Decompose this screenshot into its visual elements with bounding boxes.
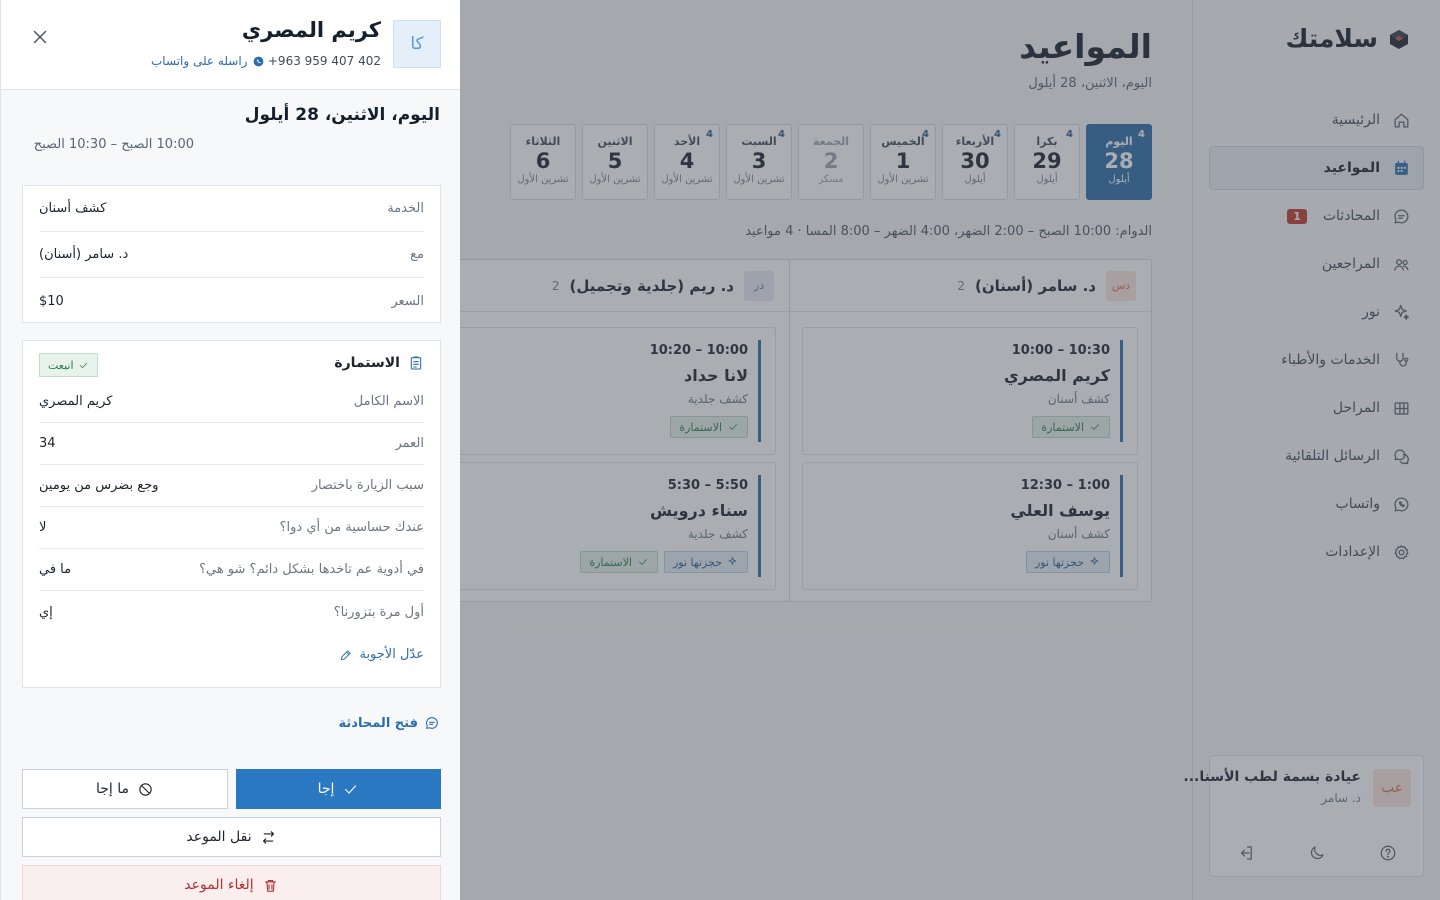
edit-answers-link[interactable]: عدّل الأجوبة xyxy=(339,647,424,662)
form-answer-row: عندك حساسية من أي دوا؟ لا xyxy=(39,507,424,549)
open-chat-link[interactable]: فتح المحادثة xyxy=(339,715,440,731)
form-answer-row: العمر 34 xyxy=(39,423,424,465)
detail-label: مع xyxy=(410,247,424,262)
pencil-icon xyxy=(341,649,352,660)
form-answer-row: سبب الزيارة باختصار وجع بضرس من يومين xyxy=(39,465,424,507)
appointment-drawer: كا كريم المصري +963 959 407 402 راسله عل… xyxy=(0,0,460,900)
attended-button[interactable]: إجا xyxy=(236,769,441,809)
whatsapp-link[interactable]: راسله على واتساب xyxy=(151,54,460,68)
form-status-badge: انبعت xyxy=(39,353,98,377)
detail-value: د. سامر (أسنان) xyxy=(39,247,129,262)
detail-label: الخدمة xyxy=(387,201,424,216)
no-show-button[interactable]: ما إجا xyxy=(22,769,228,809)
details-card: الخدمة كشف أسنان مع د. سامر (أسنان) السعر … xyxy=(22,185,441,323)
no-show-label: ما إجا xyxy=(95,781,130,797)
form-answer-row: أول مرة بتزورنا؟ إي xyxy=(39,591,424,633)
cancel-label: إلغاء الموعد xyxy=(184,877,254,893)
form-question: سبب الزيارة باختصار xyxy=(311,478,424,493)
close-icon[interactable] xyxy=(29,26,51,48)
form-answer-row: في أدوية عم تاخدها بشكل دائم؟ شو هي؟ ما … xyxy=(39,549,424,591)
form-question: في أدوية عم تاخدها بشكل دائم؟ شو هي؟ xyxy=(199,562,424,577)
clipboard-icon xyxy=(410,356,422,370)
form-answer: 34 xyxy=(39,436,56,451)
detail-value: كشف أسنان xyxy=(39,201,107,216)
appointment-time: 10:00 الصبح – 10:30 الصبح xyxy=(33,137,194,152)
open-chat-label: فتح المحادثة xyxy=(338,715,418,731)
form-answer: إي xyxy=(39,604,53,620)
detail-value: $10 xyxy=(39,293,64,309)
move-label: نقل الموعد xyxy=(186,829,252,845)
form-card: الاستمارة انبعت الاسم الكامل كريم المصري… xyxy=(22,340,441,688)
form-title: الاستمارة xyxy=(334,355,424,371)
attended-label: إجا xyxy=(317,781,335,797)
form-answer: ما في xyxy=(39,562,72,577)
form-answer: كريم المصري xyxy=(39,394,113,409)
whatsapp-icon xyxy=(254,56,264,66)
form-question: العمر xyxy=(395,436,424,451)
whatsapp-link-label: راسله على واتساب xyxy=(151,54,248,68)
detail-label: السعر xyxy=(391,293,424,309)
form-answer-row: الاسم الكامل كريم المصري xyxy=(39,381,424,423)
detail-row: السعر $10 xyxy=(39,278,424,324)
form-title-label: الاستمارة xyxy=(334,355,400,371)
ban-icon xyxy=(139,782,152,796)
chat-icon xyxy=(426,717,438,729)
form-question: عندك حساسية من أي دوا؟ xyxy=(279,520,424,535)
detail-row: مع د. سامر (أسنان) xyxy=(39,232,424,278)
form-status-label: انبعت xyxy=(48,358,74,372)
move-appointment-button[interactable]: نقل الموعد xyxy=(22,817,441,857)
form-question: الاسم الكامل xyxy=(353,394,424,409)
patient-name: كريم المصري xyxy=(241,18,381,42)
drawer-header: كا كريم المصري +963 959 407 402 راسله عل… xyxy=(1,0,460,90)
form-question: أول مرة بتزورنا؟ xyxy=(333,604,424,620)
cancel-appointment-button[interactable]: إلغاء الموعد xyxy=(22,865,441,900)
trash-icon xyxy=(264,879,276,892)
check-icon xyxy=(79,362,87,368)
detail-row: الخدمة كشف أسنان xyxy=(39,186,424,232)
form-answer: لا xyxy=(39,520,47,535)
appointment-date: اليوم، الاثنين، 28 أيلول xyxy=(244,105,440,125)
edit-answers-label: عدّل الأجوبة xyxy=(359,647,424,662)
check-icon xyxy=(345,784,357,794)
swap-icon xyxy=(262,830,274,844)
form-answer: وجع بضرس من يومين xyxy=(39,478,159,493)
